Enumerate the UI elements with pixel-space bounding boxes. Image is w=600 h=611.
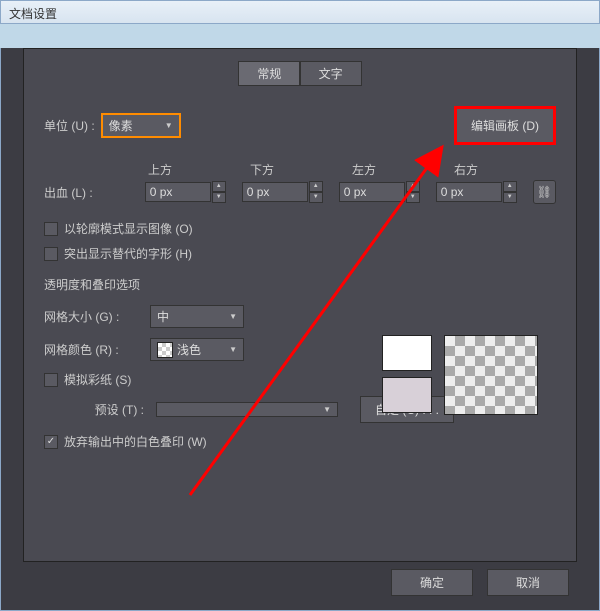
bleed-label: 出血 (L) : <box>44 184 139 201</box>
transparency-section-title: 透明度和叠印选项 <box>44 276 556 293</box>
highlight-sub-checkbox[interactable] <box>44 247 58 261</box>
bleed-header-bottom: 下方 <box>250 161 352 178</box>
bleed-left-input[interactable]: 0 px ▲▼ <box>339 181 420 203</box>
preset-label: 预设 (T) : <box>44 401 150 418</box>
bleed-bottom-input[interactable]: 0 px ▲▼ <box>242 181 323 203</box>
tab-text[interactable]: 文字 <box>300 61 362 86</box>
highlight-sub-label: 突出显示替代的字形 (H) <box>64 245 192 262</box>
preset-dropdown[interactable]: ▼ <box>156 402 338 417</box>
color-swatches <box>382 335 432 419</box>
unit-label: 单位 (U) : <box>44 117 95 134</box>
discard-white-checkbox[interactable]: ✓ <box>44 435 58 449</box>
unit-value: 像素 <box>109 117 133 134</box>
chevron-down-icon: ▼ <box>229 345 237 354</box>
grid-color-label: 网格颜色 (R) : <box>44 341 144 358</box>
bleed-top-input[interactable]: 0 px ▲▼ <box>145 181 226 203</box>
outline-mode-label: 以轮廓模式显示图像 (O) <box>64 220 193 237</box>
grid-color-dropdown[interactable]: 浅色 ▼ <box>150 338 244 361</box>
spinner-icon[interactable]: ▲▼ <box>503 181 517 203</box>
edit-artboard-button[interactable]: 编辑画板 (D) <box>454 106 556 145</box>
content-area: 常规 文字 单位 (U) : 像素 ▼ 编辑画板 (D) 上方 下方 左 <box>0 48 600 611</box>
swatch-light[interactable] <box>382 377 432 413</box>
grid-size-label: 网格大小 (G) : <box>44 308 144 325</box>
spinner-icon[interactable]: ▲▼ <box>406 181 420 203</box>
chevron-down-icon: ▼ <box>229 312 237 321</box>
transparency-preview <box>444 335 538 415</box>
chevron-down-icon: ▼ <box>165 121 173 130</box>
spinner-icon[interactable]: ▲▼ <box>212 181 226 203</box>
swatch-white[interactable] <box>382 335 432 371</box>
main-panel: 常规 文字 单位 (U) : 像素 ▼ 编辑画板 (D) 上方 下方 左 <box>23 48 577 562</box>
ok-button[interactable]: 确定 <box>391 569 473 596</box>
dialog-buttons: 确定 取消 <box>391 569 569 596</box>
bleed-header-right: 右方 <box>454 161 556 178</box>
chevron-down-icon: ▼ <box>323 405 331 414</box>
link-icon[interactable]: ⛓ <box>533 180 556 204</box>
simulate-paper-checkbox[interactable] <box>44 373 58 387</box>
window-title: 文档设置 <box>9 7 57 21</box>
document-setup-window: 文档设置 常规 文字 单位 (U) : 像素 ▼ 编辑画板 (D) <box>0 0 600 589</box>
grid-size-dropdown[interactable]: 中 ▼ <box>150 305 244 328</box>
tab-general[interactable]: 常规 <box>238 61 300 86</box>
checker-swatch-icon <box>157 342 173 358</box>
discard-white-label: 放弃输出中的白色叠印 (W) <box>64 433 207 450</box>
bleed-headers: 上方 下方 左方 右方 <box>148 161 556 178</box>
bleed-header-top: 上方 <box>148 161 250 178</box>
cancel-button[interactable]: 取消 <box>487 569 569 596</box>
outline-mode-checkbox[interactable] <box>44 222 58 236</box>
unit-dropdown[interactable]: 像素 ▼ <box>101 113 181 138</box>
bleed-header-left: 左方 <box>352 161 454 178</box>
bleed-right-input[interactable]: 0 px ▲▼ <box>436 181 517 203</box>
simulate-paper-label: 模拟彩纸 (S) <box>64 371 131 388</box>
title-bar: 文档设置 <box>0 0 600 24</box>
spinner-icon[interactable]: ▲▼ <box>309 181 323 203</box>
tab-bar: 常规 文字 <box>44 61 556 86</box>
